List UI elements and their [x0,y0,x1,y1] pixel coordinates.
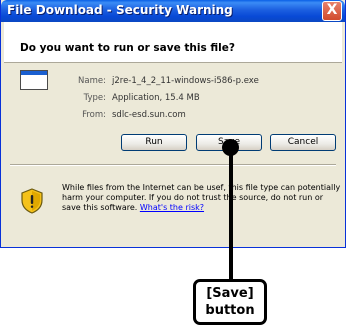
type-label: Type: [83,93,106,103]
save-button-callout: [Save] button [193,279,267,325]
file-exe-icon [20,70,48,90]
title-bar[interactable]: File Download - Security Warning X [1,0,345,22]
security-warning-text: While files from the Internet can be use… [62,183,342,213]
name-label: Name: [78,76,106,86]
run-button[interactable]: Run [121,134,187,151]
whats-the-risk-link[interactable]: What's the risk? [140,203,204,212]
warning-text-part1: While files from the Internet can be use… [62,183,224,192]
file-type-value: Application, 15.4 MB [112,93,200,103]
dialog-question: Do you want to run or save this file? [20,42,235,54]
cancel-button[interactable]: Cancel [270,134,336,151]
callout-line1: [Save] [206,286,254,301]
file-name-value: j2re-1_4_2_11-windows-i586-p.exe [112,76,259,86]
from-label: From: [82,110,106,120]
file-source-value: sdlc-esd.sun.com [112,110,186,120]
close-button[interactable]: X [322,1,342,21]
callout-dot [222,139,239,156]
run-button-label: Run [145,137,163,147]
callout-line2: button [205,303,255,318]
window-title: File Download - Security Warning [7,3,233,17]
callout-line [229,146,233,280]
security-shield-icon [21,188,43,214]
cancel-button-label: Cancel [287,137,319,147]
separator [10,164,336,166]
